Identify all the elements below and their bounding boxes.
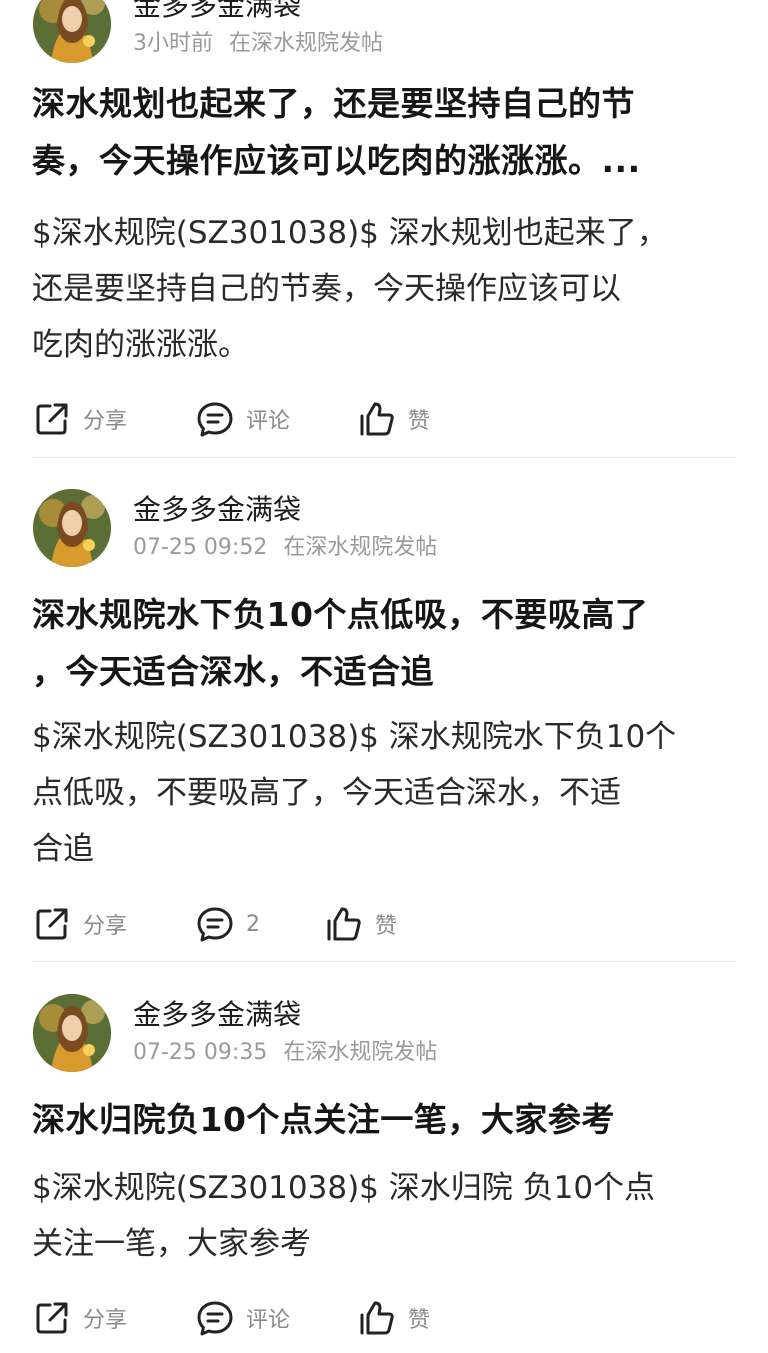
author-avatar[interactable]: [33, 0, 111, 63]
post-body-line: 点低吸，不要吸高了，今天适合深水，不适: [32, 775, 621, 811]
post-meta: 3小时前 在深水规院发帖: [133, 31, 383, 57]
post-title-line: 深水规院水下负10个点低吸，不要吸高了: [32, 595, 649, 634]
share-icon: [36, 1302, 68, 1334]
share-button[interactable]: 分享: [33, 394, 127, 444]
post-title-line: 深水规划也起来了，还是要坚持自己的节: [32, 84, 635, 123]
post-actions: 分享 评论 赞: [0, 1293, 768, 1343]
author-name[interactable]: 金多多金满袋: [133, 998, 301, 1032]
post-body[interactable]: $深水规院(SZ301038)$ 深水归院 负10个点 关注一笔，大家参考: [32, 1160, 742, 1272]
like-label: 赞: [375, 914, 398, 939]
comment-label: 评论: [246, 409, 291, 434]
post-time: 07-25 09:52: [133, 535, 268, 560]
like-button[interactable]: 赞: [358, 1293, 430, 1343]
post-title-line: 深水归院负10个点关注一笔，大家参考: [32, 1100, 615, 1139]
post-title[interactable]: 深水归院负10个点关注一笔，大家参考: [32, 1091, 736, 1148]
post-body-line: 关注一笔，大家参考: [32, 1226, 311, 1262]
comment-count: 2: [246, 911, 260, 937]
comment-button[interactable]: 评论: [196, 1293, 290, 1343]
thumbs-up-icon: [360, 402, 394, 436]
divider: [32, 457, 737, 458]
post-body-line: 吃肉的涨涨涨。: [32, 327, 249, 363]
share-button[interactable]: 分享: [33, 1293, 127, 1343]
post-source[interactable]: 在深水规院发帖: [283, 535, 437, 560]
like-button[interactable]: 赞: [358, 394, 430, 444]
post-body[interactable]: $深水规院(SZ301038)$ 深水规划也起来了， 还是要坚持自己的节奏，今天…: [32, 205, 742, 373]
like-button[interactable]: 赞: [325, 899, 397, 949]
post-body[interactable]: $深水规院(SZ301038)$ 深水规院水下负10个 点低吸，不要吸高了，今天…: [32, 709, 742, 877]
post-card[interactable]: 金多多金满袋 07-25 09:35 在深水规院发帖 深水归院负10个点关注一笔，…: [0, 988, 768, 1336]
author-name[interactable]: 金多多金满袋: [133, 0, 301, 23]
like-label: 赞: [408, 409, 431, 434]
comment-button[interactable]: 评论: [196, 394, 290, 444]
comment-label: 评论: [246, 1308, 291, 1333]
post-header: 金多多金满袋 07-25 09:52 在深水规院发帖: [0, 483, 768, 569]
post-body-line: $深水规院(SZ301038)$ 深水规院水下负10个: [32, 719, 677, 755]
thumbs-up-icon: [327, 907, 361, 941]
post-card[interactable]: 金多多金满袋 3小时前 在深水规院发帖 深水规划也起来了，还是要坚持自己的节 奏，…: [0, 0, 768, 458]
post-header: 金多多金满袋 3小时前 在深水规院发帖: [0, 0, 768, 65]
post-title-line: ，今天适合深水，不适合追: [32, 652, 434, 691]
post-title[interactable]: 深水规院水下负10个点低吸，不要吸高了 ，今天适合深水，不适合追: [32, 586, 736, 700]
post-body-line: $深水规院(SZ301038)$ 深水归院 负10个点: [32, 1170, 656, 1206]
post-title[interactable]: 深水规划也起来了，还是要坚持自己的节 奏，今天操作应该可以吃肉的涨涨涨。...: [32, 75, 736, 189]
author-name[interactable]: 金多多金满袋: [133, 493, 301, 527]
share-label: 分享: [83, 409, 128, 434]
post-body-line: $深水规院(SZ301038)$ 深水规划也起来了，: [32, 215, 668, 251]
thumbs-up-icon: [360, 1301, 394, 1335]
divider: [32, 961, 737, 962]
author-avatar[interactable]: [33, 994, 111, 1072]
post-time: 07-25 09:35: [133, 1040, 268, 1065]
post-header: 金多多金满袋 07-25 09:35 在深水规院发帖: [0, 988, 768, 1074]
post-time: 3小时前: [133, 31, 213, 56]
post-actions: 分享 2 赞: [0, 899, 768, 949]
post-meta: 07-25 09:52 在深水规院发帖: [133, 535, 437, 561]
comment-button[interactable]: 2: [196, 899, 260, 949]
share-icon: [36, 908, 68, 940]
comment-icon: [197, 1301, 233, 1336]
post-actions: 分享 评论 赞: [0, 394, 768, 444]
post-source[interactable]: 在深水规院发帖: [229, 31, 383, 56]
share-button[interactable]: 分享: [33, 899, 127, 949]
post-title-line: 奏，今天操作应该可以吃肉的涨涨涨。...: [32, 141, 641, 180]
share-icon: [36, 403, 68, 435]
post-card[interactable]: 金多多金满袋 07-25 09:52 在深水规院发帖 深水规院水下负10个点低吸，…: [0, 483, 768, 962]
post-source[interactable]: 在深水规院发帖: [283, 1040, 437, 1065]
post-body-line: 还是要坚持自己的节奏，今天操作应该可以: [32, 271, 621, 307]
post-meta: 07-25 09:35 在深水规院发帖: [133, 1040, 437, 1066]
post-body-line: 合追: [32, 831, 94, 867]
comment-icon: [197, 402, 233, 437]
share-label: 分享: [83, 1308, 128, 1333]
comment-icon: [197, 907, 233, 942]
post-feed: 金多多金满袋 3小时前 在深水规院发帖 深水规划也起来了，还是要坚持自己的节 奏，…: [0, 0, 768, 1353]
like-label: 赞: [408, 1308, 431, 1333]
author-avatar[interactable]: [33, 489, 111, 567]
share-label: 分享: [83, 914, 128, 939]
